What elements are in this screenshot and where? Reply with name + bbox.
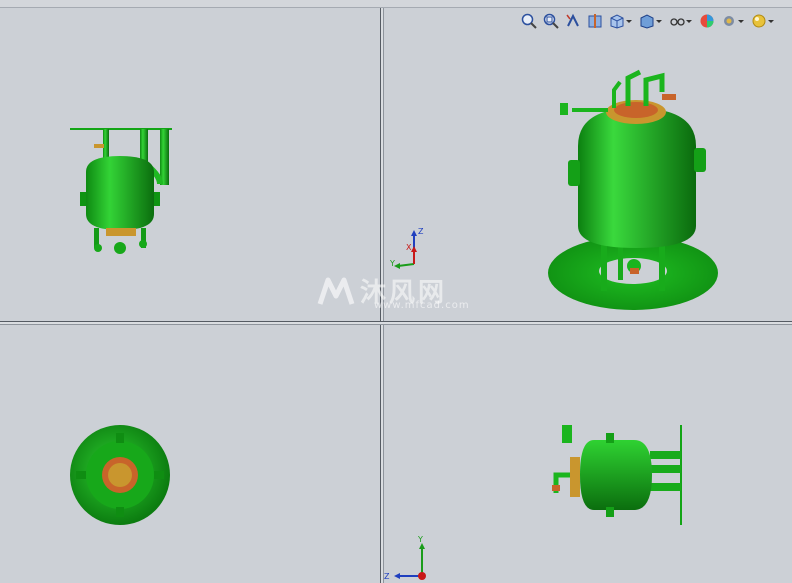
vertical-viewport-splitter[interactable] xyxy=(380,8,384,583)
coordinate-triad: Z X Y xyxy=(390,227,424,269)
triad-lower-z-label: Z xyxy=(384,572,390,581)
zoom-to-fit-button[interactable] xyxy=(520,12,538,30)
triad-z-label: Z xyxy=(418,227,424,236)
triad-lower-y-label: Y xyxy=(417,535,423,544)
front-view-model xyxy=(70,128,172,254)
view-orientation-button[interactable] xyxy=(608,12,634,30)
scene-icon xyxy=(724,16,744,26)
right-view-model xyxy=(552,425,682,525)
edit-appearance-button[interactable] xyxy=(698,12,716,30)
previous-view-button[interactable] xyxy=(564,12,582,30)
display-style-icon xyxy=(640,14,662,29)
display-style-button[interactable] xyxy=(638,12,664,30)
viewport-top-border xyxy=(0,0,792,8)
isometric-view-model xyxy=(548,69,718,310)
zoom-to-area-button[interactable] xyxy=(542,12,560,30)
triad-y-label: Y xyxy=(390,259,395,268)
viewport-isometric[interactable]: Z X Y xyxy=(384,8,792,321)
coordinate-triad-lower: Y Z xyxy=(384,535,426,581)
top-view-model xyxy=(70,425,170,525)
view-toolbar xyxy=(520,12,776,30)
section-view-icon xyxy=(588,14,602,28)
section-view-button[interactable] xyxy=(586,12,604,30)
zoom-fit-icon xyxy=(521,13,537,29)
triad-x-label: X xyxy=(406,243,412,252)
view-settings-icon xyxy=(752,14,774,28)
hide-show-icon xyxy=(670,18,692,26)
horizontal-viewport-splitter[interactable] xyxy=(0,321,792,325)
zoom-area-icon xyxy=(543,13,559,29)
view-orientation-icon xyxy=(610,14,632,29)
viewport-right[interactable]: Y Z xyxy=(384,325,792,583)
view-settings-button[interactable] xyxy=(750,12,776,30)
appearance-icon xyxy=(700,14,714,28)
viewport-front[interactable] xyxy=(0,8,380,321)
previous-view-icon xyxy=(566,13,579,27)
apply-scene-button[interactable] xyxy=(720,12,746,30)
hide-show-items-button[interactable] xyxy=(668,12,694,30)
viewport-top[interactable] xyxy=(0,325,380,583)
